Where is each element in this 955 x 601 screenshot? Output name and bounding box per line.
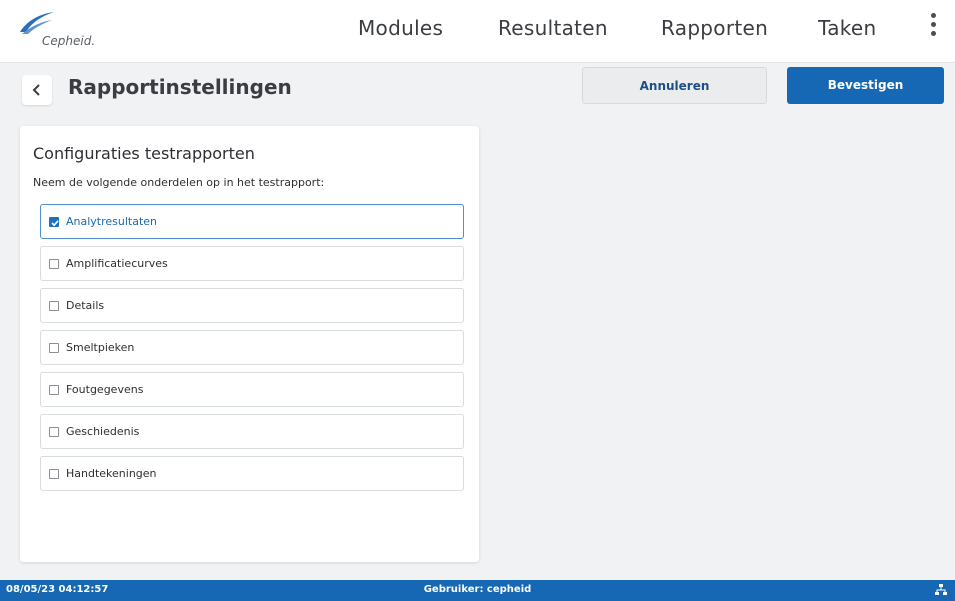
option-analytresultaten[interactable]: Analytresultaten [40,204,464,239]
cepheid-logo: Cepheid. [18,10,128,50]
report-config-card: Configuraties testrapporten Neem de volg… [20,126,479,562]
nav-rapporten[interactable]: Rapporten [661,16,768,40]
checkbox-icon[interactable] [49,301,59,311]
config-title: Configuraties testrapporten [33,144,255,163]
chevron-left-icon [32,84,40,96]
option-amplificatiecurves[interactable]: Amplificatiecurves [40,246,464,281]
checkbox-icon[interactable] [49,259,59,269]
logo-text: Cepheid. [42,34,96,48]
cancel-button[interactable]: Annuleren [582,67,767,104]
option-geschiedenis[interactable]: Geschiedenis [40,414,464,449]
confirm-button[interactable]: Bevestigen [787,67,944,104]
status-bar: 08/05/23 04:12:57 Gebruiker: cepheid [0,580,955,601]
option-foutgegevens[interactable]: Foutgegevens [40,372,464,407]
kebab-menu-icon[interactable] [922,10,944,44]
option-label: Details [66,299,105,312]
status-user: Gebruiker: cepheid [423,584,532,595]
option-handtekeningen[interactable]: Handtekeningen [40,456,464,491]
nav-taken[interactable]: Taken [818,16,877,40]
option-label: Geschiedenis [66,425,140,438]
toolbar: Rapportinstellingen Annuleren Bevestigen [0,62,955,114]
option-smeltpieken[interactable]: Smeltpieken [40,330,464,365]
checkbox-icon[interactable] [49,469,59,479]
network-icon [935,584,947,599]
option-label: Analytresultaten [66,215,158,228]
nav-modules[interactable]: Modules [358,16,443,40]
page-title: Rapportinstellingen [68,75,292,99]
checkbox-icon[interactable] [49,343,59,353]
top-bar: Cepheid. Modules Resultaten Rapporten Ta… [0,0,955,63]
option-label: Amplificatiecurves [66,257,168,270]
option-label: Smeltpieken [66,341,135,354]
checkbox-icon[interactable] [49,427,59,437]
checkbox-icon[interactable] [49,385,59,395]
cepheid-logo-swoosh-icon [20,12,54,34]
config-subtitle: Neem de volgende onderdelen op in het te… [33,176,325,189]
option-details[interactable]: Details [40,288,464,323]
checkbox-checked-icon[interactable] [49,217,59,227]
back-button[interactable] [22,75,52,105]
option-label: Foutgegevens [66,383,144,396]
nav-resultaten[interactable]: Resultaten [498,16,608,40]
option-label: Handtekeningen [66,467,157,480]
